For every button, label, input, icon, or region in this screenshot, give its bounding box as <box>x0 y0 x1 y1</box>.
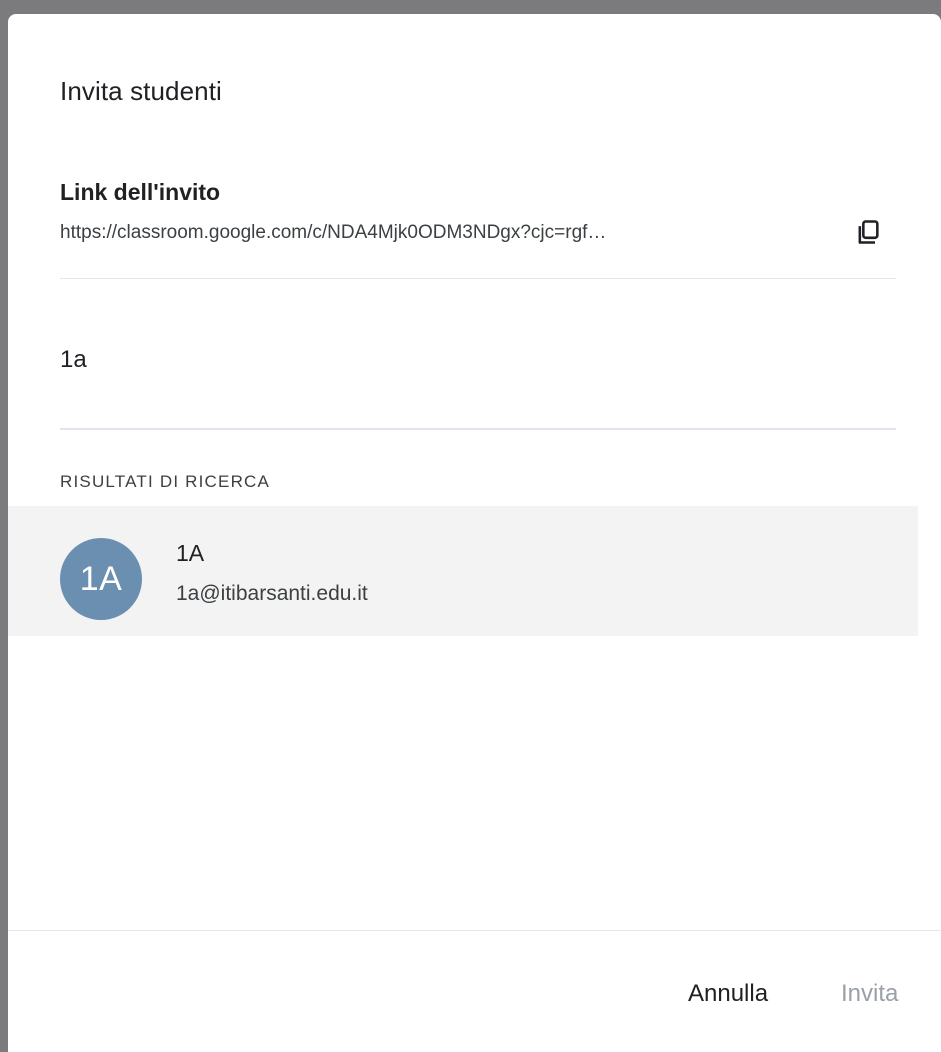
copy-link-button[interactable] <box>846 210 890 254</box>
avatar: 1A <box>60 538 142 620</box>
result-email: 1a@itibarsanti.edu.it <box>176 582 368 605</box>
dialog-title: Invita studenti <box>60 76 222 106</box>
footer-divider <box>8 930 941 931</box>
invite-link-heading: Link dell'invito <box>60 179 221 205</box>
search-input[interactable] <box>60 340 880 380</box>
invite-students-dialog: Invita studenti Link dell'invito https:/… <box>8 14 941 1052</box>
copy-icon <box>858 220 879 244</box>
result-name: 1A <box>176 540 205 566</box>
invite-button[interactable]: Invita <box>841 980 898 1008</box>
divider <box>60 278 896 279</box>
search-underline <box>60 428 896 430</box>
invite-link-url: https://classroom.google.com/c/NDA4Mjk0O… <box>60 222 607 243</box>
search-result-item[interactable]: 1A 1A 1a@itibarsanti.edu.it <box>8 506 918 636</box>
search-results-label: RISULTATI DI RICERCA <box>60 472 271 491</box>
cancel-button[interactable]: Annulla <box>688 980 768 1008</box>
